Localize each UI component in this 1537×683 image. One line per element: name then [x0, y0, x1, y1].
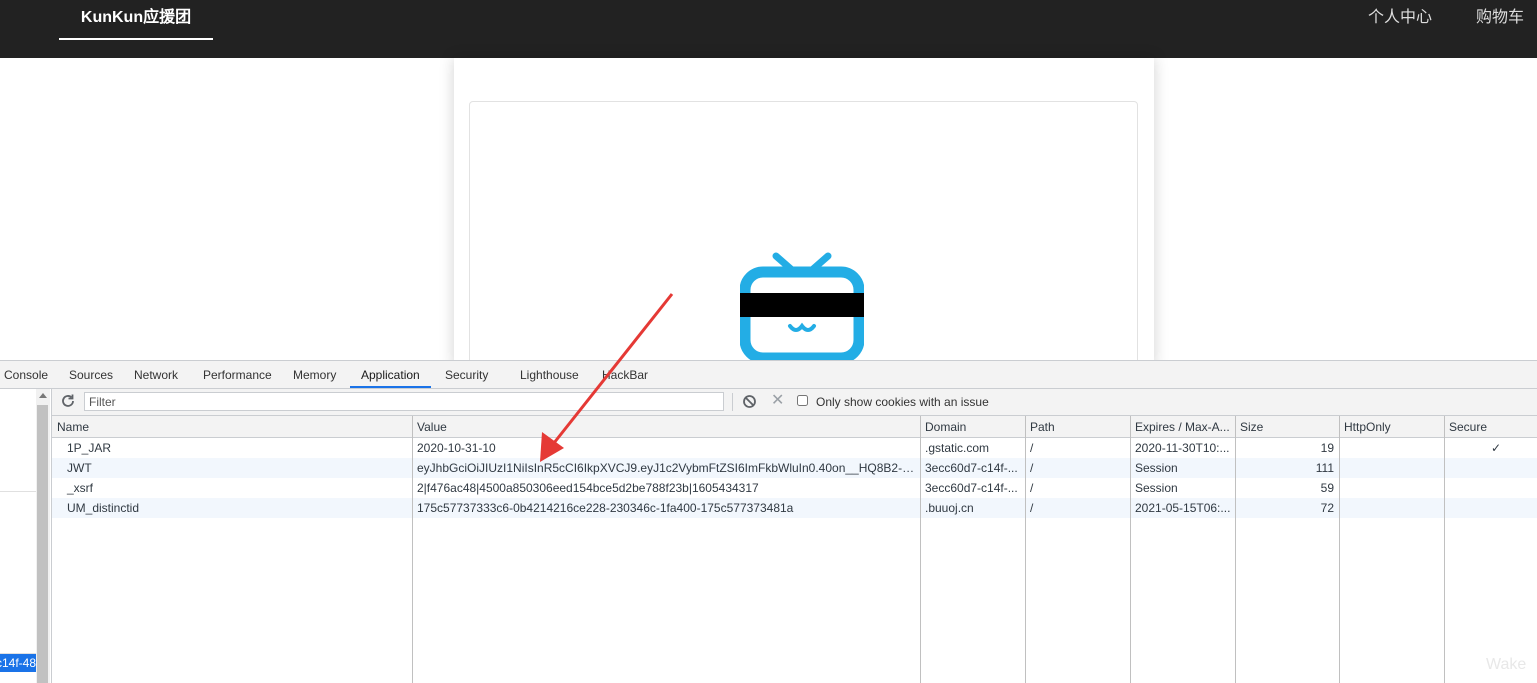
redaction-bar: [740, 293, 864, 317]
column-header-secure[interactable]: Secure: [1444, 416, 1537, 437]
cell-httponly: [1339, 458, 1444, 478]
column-divider[interactable]: [1444, 416, 1445, 683]
cell-secure: [1444, 458, 1537, 478]
cell-name: 1P_JAR: [67, 441, 112, 455]
cell-size: 72: [1320, 501, 1334, 515]
column-divider[interactable]: [1339, 416, 1340, 683]
cell-httponly: [1339, 478, 1444, 498]
devtools-tab-bar: Console Sources Network Performance Memo…: [0, 361, 1537, 389]
only-issues-checkbox[interactable]: [797, 395, 808, 406]
column-header-path[interactable]: Path: [1025, 416, 1130, 437]
cell-value: 175c57737333c6-0b4214216ce228-230346c-1f…: [417, 501, 794, 515]
scroll-up-arrow-icon[interactable]: [39, 393, 47, 398]
toolbar-divider: [732, 393, 733, 411]
brand-link[interactable]: KunKun应援团: [59, 0, 213, 40]
tab-performance[interactable]: Performance: [203, 361, 272, 388]
cell-httponly: [1339, 438, 1444, 458]
cell-value: 2|f476ac48|4500a850306eed154bce5d2be788f…: [417, 481, 759, 495]
sidebar-divider: [0, 491, 36, 492]
cell-domain: 3ecc60d7-c14f-...: [925, 461, 1018, 475]
red-arrow-annotation: [540, 293, 674, 462]
cookies-toolbar: ✕ Only show cookies with an issue: [52, 389, 1537, 416]
application-sidebar: c14f-48: [0, 389, 52, 683]
table-row[interactable]: UM_distinctid 175c57737333c6-0b4214216ce…: [52, 498, 1537, 518]
cell-name: _xsrf: [67, 481, 94, 495]
sidebar-scrollbar-thumb[interactable]: [37, 405, 48, 683]
column-divider[interactable]: [1235, 416, 1236, 683]
sidebar-item-cookie-origin[interactable]: c14f-48: [0, 654, 36, 672]
site-header: KunKun应援团 个人中心 购物车: [0, 0, 1537, 58]
cell-path: /: [1030, 481, 1034, 495]
tab-memory[interactable]: Memory: [293, 361, 336, 388]
cell-domain: .buuoj.cn: [925, 501, 974, 515]
cell-httponly: [1339, 498, 1444, 518]
column-header-domain[interactable]: Domain: [920, 416, 1025, 437]
cell-path: /: [1030, 461, 1034, 475]
column-header-size[interactable]: Size: [1235, 416, 1339, 437]
column-header-expires[interactable]: Expires / Max-A...: [1130, 416, 1235, 437]
cell-secure: [1444, 498, 1537, 518]
table-header: Name Value Domain Path Expires / Max-A..…: [52, 416, 1537, 438]
cell-size: 111: [1315, 461, 1334, 475]
cell-expires: 2020-11-30T10:...: [1135, 441, 1230, 455]
column-divider[interactable]: [1025, 416, 1026, 683]
cell-expires: 2021-05-15T06:...: [1135, 501, 1231, 515]
delete-selected-icon[interactable]: ✕: [771, 392, 785, 410]
cell-secure: [1444, 478, 1537, 498]
column-divider[interactable]: [920, 416, 921, 683]
column-divider[interactable]: [1130, 416, 1131, 683]
cell-expires: Session: [1135, 481, 1178, 495]
devtools-panel: Console Sources Network Performance Memo…: [0, 360, 1537, 683]
table-row[interactable]: 1P_JAR 2020-10-31-10 .gstatic.com / 2020…: [52, 438, 1537, 458]
cell-domain: 3ecc60d7-c14f-...: [925, 481, 1018, 495]
column-divider[interactable]: [412, 416, 413, 683]
cell-path: /: [1030, 441, 1034, 455]
tab-application[interactable]: Application: [350, 361, 431, 388]
cell-size: 19: [1320, 441, 1334, 455]
watermark-text: Wake: [1486, 656, 1527, 673]
table-row[interactable]: JWT eyJhbGciOiJIUzI1NiIsInR5cCI6IkpXVCJ9…: [52, 458, 1537, 478]
cell-size: 59: [1320, 481, 1334, 495]
tv-logo-icon: [740, 252, 864, 362]
tab-network[interactable]: Network: [134, 361, 178, 388]
cell-domain: .gstatic.com: [925, 441, 990, 455]
cell-expires: Session: [1135, 461, 1178, 475]
tab-security[interactable]: Security: [445, 361, 488, 388]
cell-path: /: [1030, 501, 1034, 515]
table-row[interactable]: _xsrf 2|f476ac48|4500a850306eed154bce5d2…: [52, 478, 1537, 498]
refresh-icon[interactable]: [60, 393, 76, 409]
column-header-httponly[interactable]: HttpOnly: [1339, 416, 1444, 437]
column-header-name[interactable]: Name: [52, 416, 412, 437]
only-issues-label[interactable]: Only show cookies with an issue: [816, 389, 989, 415]
cell-name: JWT: [67, 461, 92, 475]
cookies-table: Name Value Domain Path Expires / Max-A..…: [52, 416, 1537, 683]
nav-profile-link[interactable]: 个人中心: [1368, 0, 1432, 36]
clear-all-icon[interactable]: [742, 394, 757, 409]
nav-cart-link[interactable]: 购物车: [1476, 0, 1524, 36]
cell-secure: ✓: [1490, 441, 1501, 455]
tab-sources[interactable]: Sources: [69, 361, 113, 388]
tab-console[interactable]: Console: [4, 361, 48, 388]
cell-name: UM_distinctid: [67, 501, 140, 515]
